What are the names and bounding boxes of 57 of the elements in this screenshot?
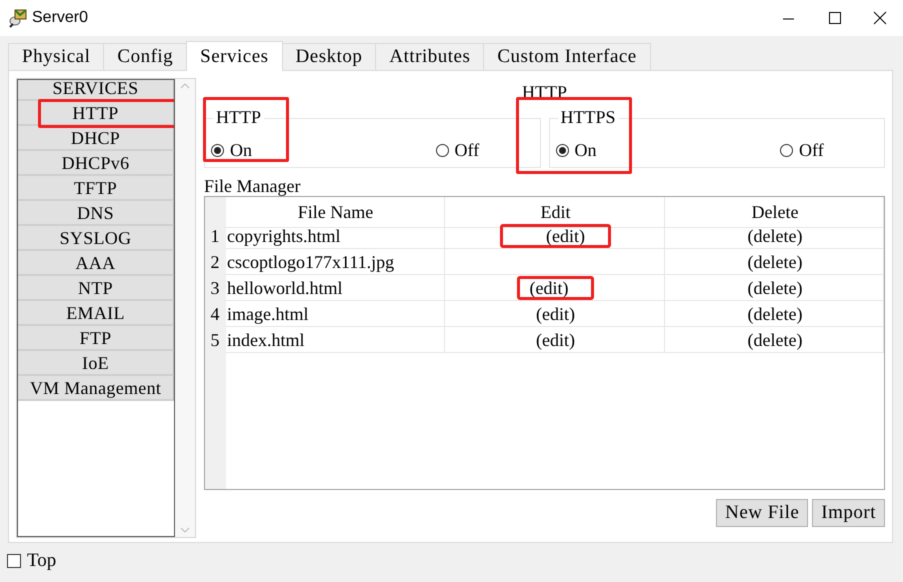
delete-link[interactable]: (delete) xyxy=(748,330,802,350)
column-header: Edit xyxy=(445,197,665,228)
row-number: 4 xyxy=(210,303,220,326)
radio-label: Off xyxy=(454,140,480,160)
file-name[interactable]: index.html xyxy=(225,327,445,353)
tab[interactable]: Services xyxy=(186,41,283,71)
service-item[interactable]: HTTP xyxy=(18,101,174,126)
radio-option[interactable]: On xyxy=(556,139,720,161)
service-item[interactable]: SYSLOG xyxy=(18,226,174,251)
service-item[interactable]: IoE xyxy=(18,351,174,376)
service-item[interactable]: DHCP xyxy=(18,126,174,151)
tab[interactable]: Custom Interface xyxy=(483,43,651,70)
edit-link[interactable]: (edit) xyxy=(536,304,575,324)
delete-link[interactable]: (delete) xyxy=(748,252,802,272)
service-item[interactable]: NTP xyxy=(18,276,174,301)
action-button[interactable]: Import xyxy=(812,499,885,527)
row-number: 3 xyxy=(210,277,220,300)
radio-label: Off xyxy=(799,140,824,160)
section-title: File Manager xyxy=(204,176,302,196)
radio-label: On xyxy=(574,140,596,160)
service-item[interactable]: FTP xyxy=(18,326,174,351)
service-item[interactable]: DNS xyxy=(18,201,174,226)
radio-option[interactable]: Off xyxy=(720,139,884,161)
file-name[interactable]: helloworld.html xyxy=(225,275,445,301)
service-item[interactable]: EMAIL xyxy=(18,301,174,326)
window-title: Server0 xyxy=(32,9,90,27)
checkbox-label[interactable]: Top xyxy=(27,550,56,572)
radio-button[interactable] xyxy=(556,144,568,156)
column-header: Delete xyxy=(665,197,884,228)
delete-link[interactable]: (delete) xyxy=(748,226,802,246)
row-number: 1 xyxy=(210,225,220,248)
row-number: 5 xyxy=(210,329,220,352)
radio-option[interactable]: On xyxy=(211,139,376,161)
radio-button[interactable] xyxy=(436,144,449,156)
radio-option[interactable]: Off xyxy=(375,139,540,161)
service-item[interactable]: DHCPv6 xyxy=(18,151,174,176)
radio-button[interactable] xyxy=(211,144,224,156)
tab[interactable]: Physical xyxy=(8,43,104,70)
radio-button[interactable] xyxy=(780,144,794,156)
column-header: File Name xyxy=(225,197,445,228)
edit-link[interactable]: (edit) xyxy=(536,330,575,350)
radio-label: On xyxy=(230,140,252,160)
file-name[interactable]: cscoptlogo177x111.jpg xyxy=(225,249,445,275)
service-item[interactable]: AAA xyxy=(18,251,174,276)
list-header: SERVICES xyxy=(18,80,174,101)
action-button[interactable]: New File xyxy=(716,499,808,527)
server-icon xyxy=(8,8,28,28)
file-name[interactable]: image.html xyxy=(225,301,445,327)
row-number: 2 xyxy=(210,251,220,274)
file-name[interactable]: copyrights.html xyxy=(225,223,445,249)
edit-link[interactable]: (edit) xyxy=(501,225,610,247)
edit-link[interactable]: (edit) xyxy=(518,277,594,299)
delete-link[interactable]: (delete) xyxy=(748,304,802,324)
checkbox[interactable] xyxy=(7,554,21,568)
delete-link[interactable]: (delete) xyxy=(748,278,802,298)
service-item[interactable]: TFTP xyxy=(18,176,174,201)
service-item[interactable]: VM Management xyxy=(18,376,174,401)
